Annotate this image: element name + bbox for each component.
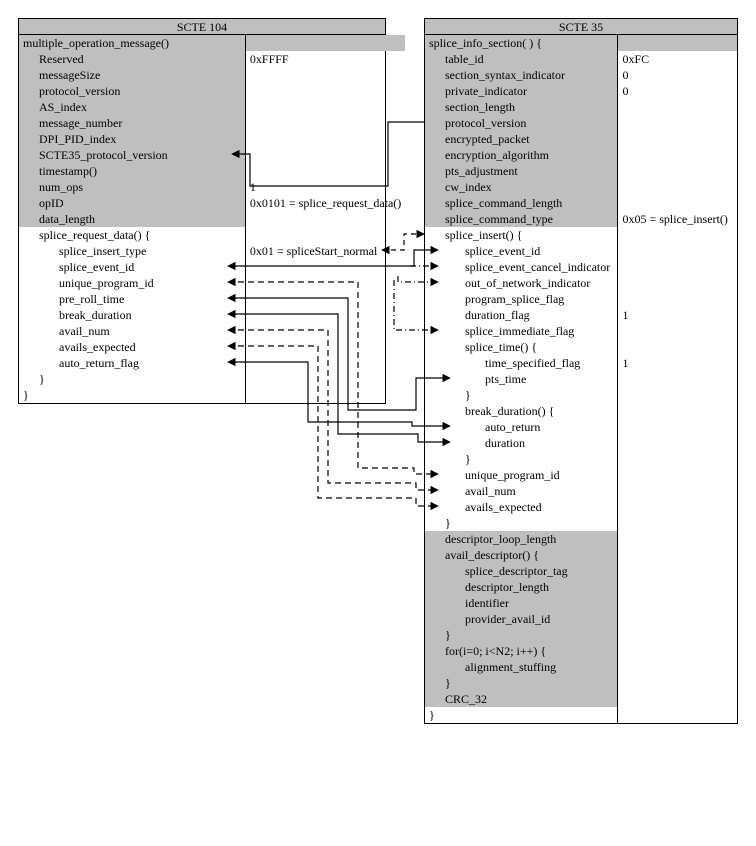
scte104-vals-column: 0xFFFF 1 0x0101 = splice_request_data() …	[246, 35, 405, 403]
r-avails_expected: avails_expected	[425, 499, 617, 515]
r-avail_descriptor-close: }	[425, 627, 617, 643]
r-bd-open: break_duration() {	[425, 403, 617, 419]
l-messageSize: messageSize	[19, 67, 245, 83]
r-descriptor_loop_length: descriptor_loop_length	[425, 531, 617, 547]
r-out_of_network_indicator: out_of_network_indicator	[425, 275, 617, 291]
r-cw_index: cw_index	[425, 179, 617, 195]
r-splice_descriptor_tag: splice_descriptor_tag	[425, 563, 617, 579]
r-fn-open: splice_info_section( ) {	[425, 35, 617, 51]
r-time_specified_flag: time_specified_flag	[425, 355, 617, 371]
rv-table_id: 0xFC	[618, 51, 737, 67]
rv-duration_flag: 1	[618, 307, 737, 323]
r-alignment_stuffing: alignment_stuffing	[425, 659, 617, 675]
l-avails_expected: avails_expected	[19, 339, 245, 355]
lv-timestamp	[246, 163, 405, 179]
l-unique_program_id: unique_program_id	[19, 275, 245, 291]
panel-title-left: SCTE 104	[19, 19, 385, 35]
r-splice_command_length: splice_command_length	[425, 195, 617, 211]
l-splice_event_id: splice_event_id	[19, 259, 245, 275]
lv-num_ops: 1	[246, 179, 405, 195]
diagram-stage: SCTE 104 multiple_operation_message() Re…	[18, 18, 738, 828]
rv-time_specified_flag: 1	[618, 355, 737, 371]
r-fn-close: }	[425, 707, 617, 723]
l-srd-open: splice_request_data() {	[19, 227, 245, 243]
r-unique_program_id: unique_program_id	[425, 467, 617, 483]
r-duration_flag: duration_flag	[425, 307, 617, 323]
lv-SCTE35_protocol_version	[246, 147, 405, 163]
r-program_splice_flag: program_splice_flag	[425, 291, 617, 307]
r-pts_adjustment: pts_adjustment	[425, 163, 617, 179]
r-avail_num: avail_num	[425, 483, 617, 499]
r-avail_descriptor-open: avail_descriptor() {	[425, 547, 617, 563]
rv-section_syntax_indicator: 0	[618, 67, 737, 83]
panel-scte35: SCTE 35 splice_info_section( ) { table_i…	[424, 18, 738, 724]
scte35-keys-column: splice_info_section( ) { table_id sectio…	[425, 35, 618, 723]
r-splice_command_type: splice_command_type	[425, 211, 617, 227]
r-for-close: }	[425, 675, 617, 691]
l-splice_insert_type: splice_insert_type	[19, 243, 245, 259]
l-protocol_version: protocol_version	[19, 83, 245, 99]
r-identifier: identifier	[425, 595, 617, 611]
panel-title-right: SCTE 35	[425, 19, 737, 35]
rv-private_indicator: 0	[618, 83, 737, 99]
l-break_duration: break_duration	[19, 307, 245, 323]
r-encryption_algorithm: encryption_algorithm	[425, 147, 617, 163]
r-si-open: splice_insert() {	[425, 227, 617, 243]
r-st-open: splice_time() {	[425, 339, 617, 355]
l-num_ops: num_ops	[19, 179, 245, 195]
r-encrypted_packet: encrypted_packet	[425, 131, 617, 147]
r-splice_event_cancel_indicator: splice_event_cancel_indicator	[425, 259, 617, 275]
rv-splice_command_type: 0x05 = splice_insert()	[618, 211, 737, 227]
lv-AS_index	[246, 99, 405, 115]
l-opID: opID	[19, 195, 245, 211]
panel-scte104: SCTE 104 multiple_operation_message() Re…	[18, 18, 386, 404]
r-section_length: section_length	[425, 99, 617, 115]
l-auto_return_flag: auto_return_flag	[19, 355, 245, 371]
l-message_number: message_number	[19, 115, 245, 131]
lv-splice_insert_type: 0x01 = spliceStart_normal	[246, 243, 405, 259]
l-AS_index: AS_index	[19, 99, 245, 115]
r-provider_avail_id: provider_avail_id	[425, 611, 617, 627]
l-pre_roll_time: pre_roll_time	[19, 291, 245, 307]
r-for-open: for(i=0; i<N2; i++) {	[425, 643, 617, 659]
r-st-close: }	[425, 387, 617, 403]
l-DPI_PID_index: DPI_PID_index	[19, 131, 245, 147]
lv-opID: 0x0101 = splice_request_data()	[246, 195, 405, 211]
r-bd-close: }	[425, 451, 617, 467]
scte104-keys-column: multiple_operation_message() Reserved me…	[19, 35, 246, 403]
fn-close-left: }	[19, 387, 245, 403]
scte35-vals-column: 0xFC 0 0 0x05 = splice_insert() 1 1	[618, 35, 737, 723]
l-srd-close: }	[19, 371, 245, 387]
lv-message_number	[246, 115, 405, 131]
r-CRC_32: CRC_32	[425, 691, 617, 707]
r-pts_time: pts_time	[425, 371, 617, 387]
lv-messageSize	[246, 67, 405, 83]
r-si-close: }	[425, 515, 617, 531]
l-data_length: data_length	[19, 211, 245, 227]
lv-protocol_version	[246, 83, 405, 99]
l-timestamp: timestamp()	[19, 163, 245, 179]
r-descriptor_length: descriptor_length	[425, 579, 617, 595]
l-SCTE35_protocol_version: SCTE35_protocol_version	[19, 147, 245, 163]
r-private_indicator: private_indicator	[425, 83, 617, 99]
lv-reserved: 0xFFFF	[246, 51, 405, 67]
r-auto_return: auto_return	[425, 419, 617, 435]
r-section_syntax_indicator: section_syntax_indicator	[425, 67, 617, 83]
fn-open-left: multiple_operation_message()	[19, 35, 245, 51]
lv-DPI_PID_index	[246, 131, 405, 147]
r-splice_event_id: splice_event_id	[425, 243, 617, 259]
l-avail_num: avail_num	[19, 323, 245, 339]
r-table_id: table_id	[425, 51, 617, 67]
lv-data_length	[246, 211, 405, 227]
l-reserved: Reserved	[19, 51, 245, 67]
r-duration: duration	[425, 435, 617, 451]
r-protocol_version: protocol_version	[425, 115, 617, 131]
r-splice_immediate_flag: splice_immediate_flag	[425, 323, 617, 339]
